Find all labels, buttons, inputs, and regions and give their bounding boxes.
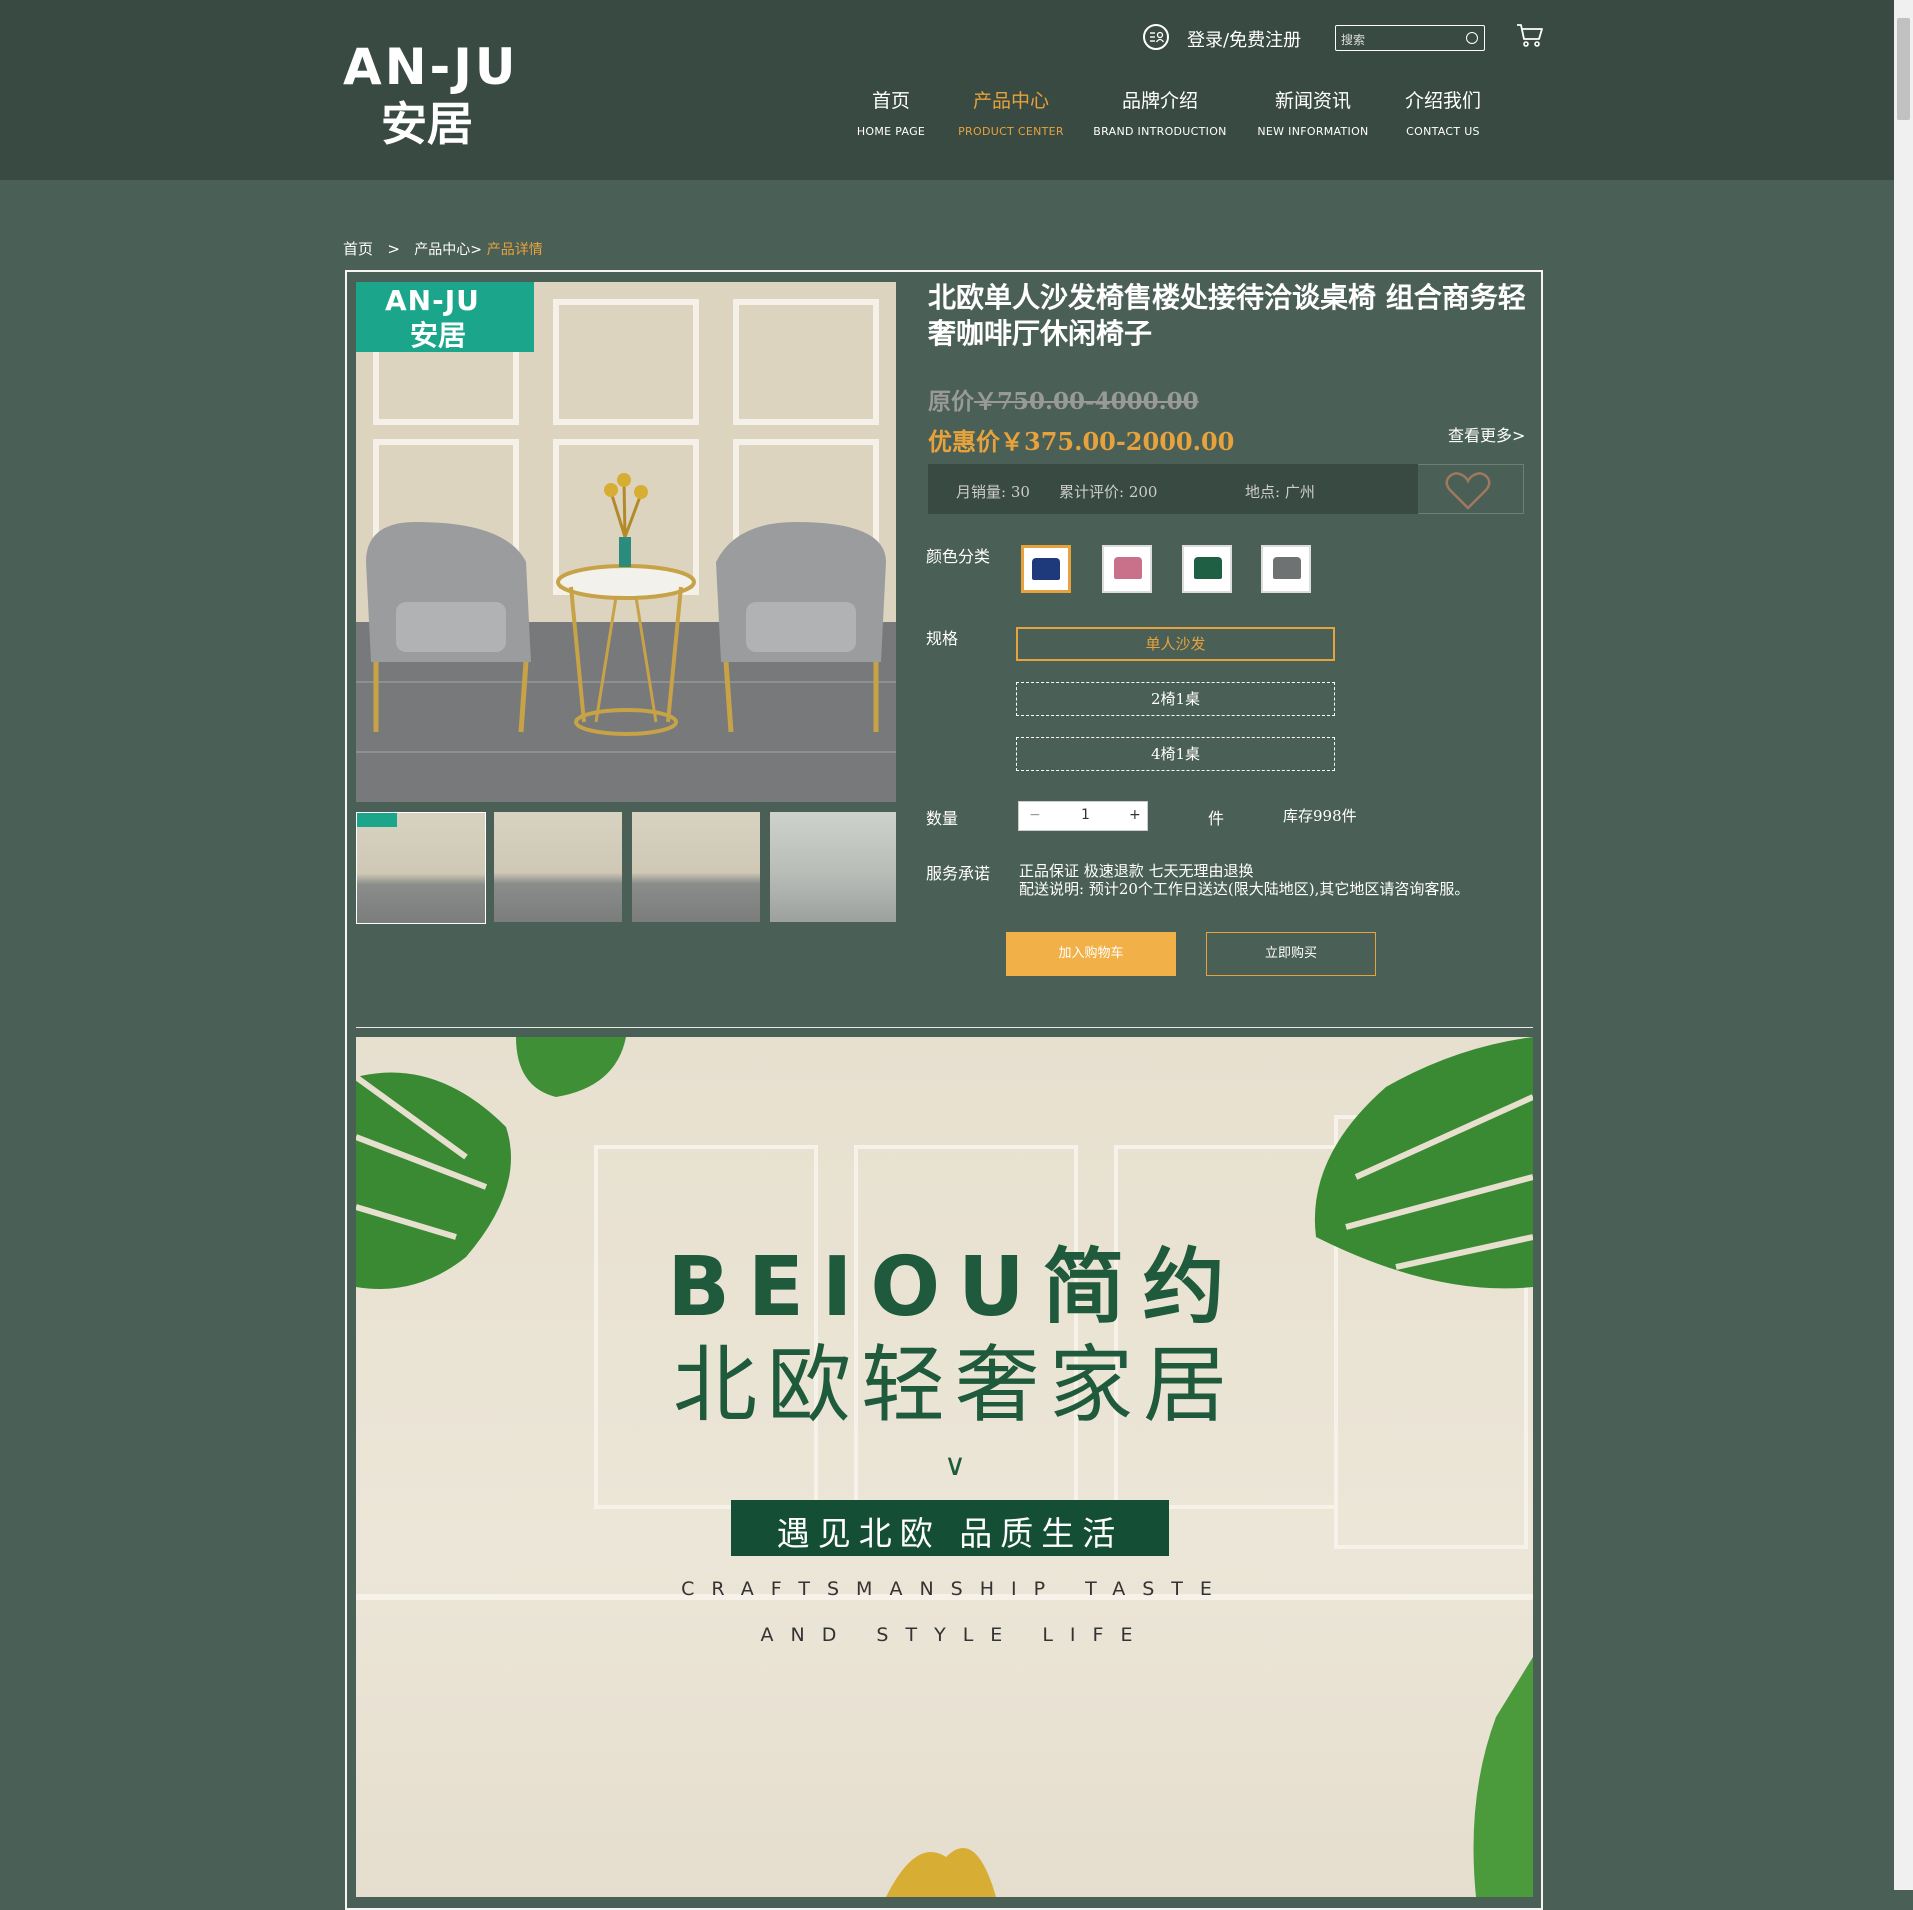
nav-brand[interactable]: 品牌介绍 <box>1110 86 1210 113</box>
nav-product-center-en[interactable]: PRODUCT CENTER <box>941 125 1081 138</box>
scrollbar-thumb[interactable] <box>1897 18 1910 120</box>
nav-contact[interactable]: 介绍我们 <box>1393 86 1493 113</box>
color-swatch-green[interactable] <box>1182 545 1232 593</box>
monthly-sales: 月销量: 30 <box>956 483 1030 501</box>
nav-home[interactable]: 首页 <box>851 86 931 113</box>
nav-brand-en[interactable]: BRAND INTRODUCTION <box>1080 125 1240 138</box>
breadcrumb-separator: > <box>387 240 400 258</box>
nav-news[interactable]: 新闻资讯 <box>1263 86 1363 113</box>
breadcrumb-current: 产品详情 <box>486 242 543 258</box>
add-to-cart-button[interactable]: 加入购物车 <box>1006 932 1176 976</box>
service-label: 服务承诺 <box>926 864 991 883</box>
banner-headline-2: 北欧轻奢家居 <box>672 1336 1237 1434</box>
banner-english-1: CRAFTSMANSHIP TASTE <box>681 1578 1229 1600</box>
nav-contact-en[interactable]: CONTACT US <box>1383 125 1503 138</box>
search-icon[interactable] <box>1466 32 1478 44</box>
color-swatch-blue[interactable] <box>1021 545 1071 593</box>
sale-price-label: 优惠价 <box>928 427 1000 456</box>
delivery-note: 配送说明: 预计20个工作日送达(限大陆地区),其它地区请咨询客服。 <box>1019 880 1470 898</box>
product-title: 北欧单人沙发椅售楼处接待洽谈桌椅 组合商务轻奢咖啡厅休闲椅子 <box>928 281 1526 350</box>
nav-home-en[interactable]: HOME PAGE <box>831 125 951 138</box>
section-divider <box>356 1027 1533 1028</box>
product-main-image <box>356 282 896 802</box>
quantity-value[interactable]: 1 <box>1081 807 1090 823</box>
heart-icon[interactable] <box>1444 471 1492 511</box>
original-price-value: ￥750.00-4000.00 <box>974 388 1199 415</box>
chevron-down-icon: ∨ <box>944 1448 966 1483</box>
quantity-minus-button[interactable]: − <box>1029 807 1041 823</box>
login-register-link[interactable]: 登录/免费注册 <box>1187 26 1301 52</box>
spec-option-4chair[interactable]: 4椅1桌 <box>1016 737 1335 771</box>
site-header <box>0 0 1894 180</box>
brand-badge-en: AN-JU <box>385 284 480 317</box>
thumbnail-2[interactable] <box>494 812 622 922</box>
quantity-unit: 件 <box>1208 809 1225 828</box>
breadcrumb: 首页 > 产品中心> 产品详情 <box>343 238 543 259</box>
review-count: 累计评价: 200 <box>1059 483 1158 501</box>
color-swatch-pink[interactable] <box>1102 545 1152 593</box>
buy-now-button[interactable]: 立即购买 <box>1206 932 1376 976</box>
breadcrumb-home[interactable]: 首页 <box>343 240 373 258</box>
thumbnail-3[interactable] <box>632 812 760 922</box>
sale-price-value: ￥375.00-2000.00 <box>1000 427 1235 456</box>
thumbnail-4[interactable] <box>770 812 896 922</box>
stock-count: 库存998件 <box>1283 807 1357 825</box>
banner-slogan: 遇见北欧 品质生活 <box>776 1514 1124 1553</box>
page-scrollbar[interactable] <box>1894 0 1913 1890</box>
spec-label: 规格 <box>926 629 959 648</box>
view-more-link[interactable]: 查看更多> <box>1448 422 1525 446</box>
quantity-label: 数量 <box>926 809 959 828</box>
quantity-stepper[interactable]: − 1 + <box>1018 801 1148 831</box>
spec-option-2chair[interactable]: 2椅1桌 <box>1016 682 1335 716</box>
color-swatch-gray[interactable] <box>1261 545 1311 593</box>
banner-english-2: AND STYLE LIFE <box>760 1624 1150 1646</box>
quantity-plus-button[interactable]: + <box>1129 807 1141 823</box>
nav-product-center[interactable]: 产品中心 <box>961 86 1061 113</box>
search-placeholder: 搜索 <box>1341 33 1366 47</box>
nav-news-en[interactable]: NEW INFORMATION <box>1233 125 1393 138</box>
brand-badge-cn: 安居 <box>410 319 467 352</box>
location: 地点: 广州 <box>1245 483 1315 501</box>
logo-chinese[interactable]: 安居 <box>381 88 473 154</box>
user-icon[interactable] <box>1143 24 1169 50</box>
color-label: 颜色分类 <box>926 547 991 566</box>
sale-price: 优惠价￥375.00-2000.00 <box>928 422 1234 457</box>
cart-icon[interactable] <box>1515 20 1545 50</box>
thumbnail-1[interactable] <box>356 812 486 924</box>
spec-option-single[interactable]: 单人沙发 <box>1016 627 1335 661</box>
original-price-label: 原价 <box>928 388 974 415</box>
original-price: 原价￥750.00-4000.00 <box>928 382 1199 416</box>
breadcrumb-category[interactable]: 产品中心> <box>414 242 482 258</box>
